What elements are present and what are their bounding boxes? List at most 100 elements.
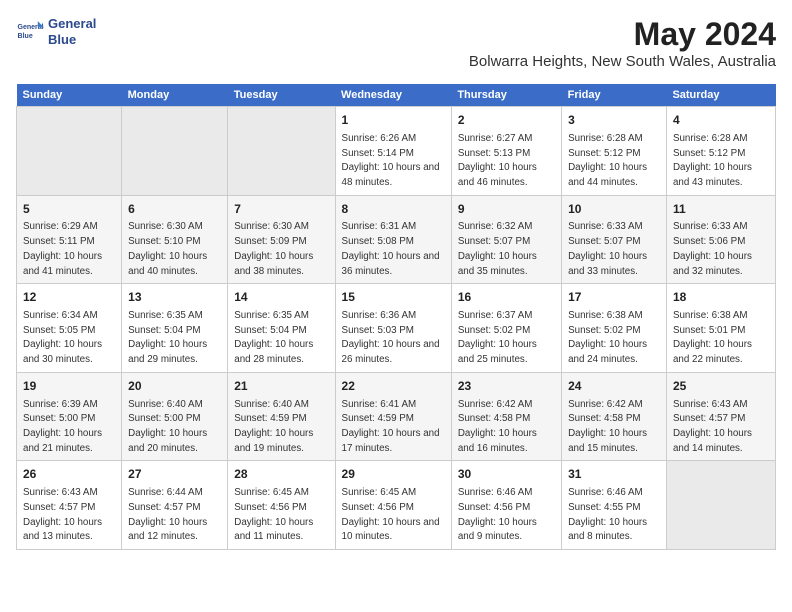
day-info: Sunrise: 6:26 AMSunset: 5:14 PMDaylight:…: [342, 133, 440, 188]
day-info: Sunrise: 6:39 AMSunset: 5:00 PMDaylight:…: [23, 399, 102, 454]
header-friday: Friday: [562, 84, 667, 107]
calendar-cell: 23 Sunrise: 6:42 AMSunset: 4:58 PMDayligh…: [451, 372, 561, 461]
header-monday: Monday: [122, 84, 228, 107]
day-info: Sunrise: 6:37 AMSunset: 5:02 PMDaylight:…: [458, 310, 537, 365]
calendar-title: May 2024: [469, 16, 776, 53]
day-number: 7: [234, 201, 328, 218]
calendar-cell: 7 Sunrise: 6:30 AMSunset: 5:09 PMDaylight…: [228, 195, 335, 284]
calendar-cell: [228, 107, 335, 196]
day-info: Sunrise: 6:35 AMSunset: 5:04 PMDaylight:…: [128, 310, 207, 365]
week-row-5: 26Sunrise: 6:43 AMSunset: 4:57 PMDayligh…: [17, 461, 776, 550]
calendar-cell: 18 Sunrise: 6:38 AMSunset: 5:01 PMDayligh…: [666, 284, 775, 373]
day-number: 9: [458, 201, 555, 218]
day-number: 19: [23, 378, 115, 395]
calendar-cell: 24 Sunrise: 6:42 AMSunset: 4:58 PMDayligh…: [562, 372, 667, 461]
calendar-cell: 20 Sunrise: 6:40 AMSunset: 5:00 PMDayligh…: [122, 372, 228, 461]
week-row-3: 12Sunrise: 6:34 AMSunset: 5:05 PMDayligh…: [17, 284, 776, 373]
header-tuesday: Tuesday: [228, 84, 335, 107]
day-info: Sunrise: 6:46 AMSunset: 4:56 PMDaylight:…: [458, 487, 537, 542]
calendar-cell: 14 Sunrise: 6:35 AMSunset: 5:04 PMDayligh…: [228, 284, 335, 373]
calendar-cell: [17, 107, 122, 196]
calendar-subtitle: Bolwarra Heights, New South Wales, Austr…: [469, 53, 776, 70]
logo: General Blue General Blue: [16, 16, 96, 47]
day-info: Sunrise: 6:28 AMSunset: 5:12 PMDaylight:…: [568, 133, 647, 188]
calendar-cell: 13Sunrise: 6:35 AMSunset: 5:04 PMDayligh…: [122, 284, 228, 373]
day-info: Sunrise: 6:35 AMSunset: 5:04 PMDaylight:…: [234, 310, 313, 365]
calendar-cell: 27Sunrise: 6:44 AMSunset: 4:57 PMDayligh…: [122, 461, 228, 550]
calendar-table: SundayMondayTuesdayWednesdayThursdayFrid…: [16, 84, 776, 550]
calendar-cell: 12Sunrise: 6:34 AMSunset: 5:05 PMDayligh…: [17, 284, 122, 373]
day-info: Sunrise: 6:33 AMSunset: 5:07 PMDaylight:…: [568, 221, 647, 276]
header-thursday: Thursday: [451, 84, 561, 107]
day-info: Sunrise: 6:38 AMSunset: 5:02 PMDaylight:…: [568, 310, 647, 365]
day-info: Sunrise: 6:41 AMSunset: 4:59 PMDaylight:…: [342, 399, 440, 454]
calendar-cell: 9 Sunrise: 6:32 AMSunset: 5:07 PMDaylight…: [451, 195, 561, 284]
day-info: Sunrise: 6:40 AMSunset: 5:00 PMDaylight:…: [128, 399, 207, 454]
day-info: Sunrise: 6:36 AMSunset: 5:03 PMDaylight:…: [342, 310, 440, 365]
svg-text:Blue: Blue: [18, 33, 33, 40]
day-number: 10: [568, 201, 660, 218]
day-number: 30: [458, 466, 555, 483]
calendar-cell: 6Sunrise: 6:30 AMSunset: 5:10 PMDaylight…: [122, 195, 228, 284]
calendar-cell: [122, 107, 228, 196]
day-info: Sunrise: 6:45 AMSunset: 4:56 PMDaylight:…: [234, 487, 313, 542]
day-info: Sunrise: 6:42 AMSunset: 4:58 PMDaylight:…: [458, 399, 537, 454]
calendar-cell: 11Sunrise: 6:33 AMSunset: 5:06 PMDayligh…: [666, 195, 775, 284]
day-info: Sunrise: 6:30 AMSunset: 5:09 PMDaylight:…: [234, 221, 313, 276]
day-info: Sunrise: 6:45 AMSunset: 4:56 PMDaylight:…: [342, 487, 440, 542]
calendar-cell: 8Sunrise: 6:31 AMSunset: 5:08 PMDaylight…: [335, 195, 451, 284]
day-info: Sunrise: 6:31 AMSunset: 5:08 PMDaylight:…: [342, 221, 440, 276]
day-number: 23: [458, 378, 555, 395]
day-info: Sunrise: 6:27 AMSunset: 5:13 PMDaylight:…: [458, 133, 537, 188]
day-info: Sunrise: 6:44 AMSunset: 4:57 PMDaylight:…: [128, 487, 207, 542]
calendar-cell: 30 Sunrise: 6:46 AMSunset: 4:56 PMDayligh…: [451, 461, 561, 550]
day-number: 14: [234, 289, 328, 306]
calendar-cell: 19 Sunrise: 6:39 AMSunset: 5:00 PMDayligh…: [17, 372, 122, 461]
calendar-cell: 2Sunrise: 6:27 AMSunset: 5:13 PMDaylight…: [451, 107, 561, 196]
day-number: 1: [342, 112, 445, 129]
day-number: 4: [673, 112, 769, 129]
day-info: Sunrise: 6:33 AMSunset: 5:06 PMDaylight:…: [673, 221, 752, 276]
calendar-cell: 17Sunrise: 6:38 AMSunset: 5:02 PMDayligh…: [562, 284, 667, 373]
day-number: 20: [128, 378, 221, 395]
top-bar: General Blue General Blue May 2024 Bolwa…: [16, 16, 776, 78]
calendar-cell: [666, 461, 775, 550]
calendar-cell: 15Sunrise: 6:36 AMSunset: 5:03 PMDayligh…: [335, 284, 451, 373]
day-number: 21: [234, 378, 328, 395]
day-info: Sunrise: 6:40 AMSunset: 4:59 PMDaylight:…: [234, 399, 313, 454]
day-info: Sunrise: 6:46 AMSunset: 4:55 PMDaylight:…: [568, 487, 647, 542]
header-sunday: Sunday: [17, 84, 122, 107]
calendar-cell: 4 Sunrise: 6:28 AMSunset: 5:12 PMDaylight…: [666, 107, 775, 196]
week-row-1: 1 Sunrise: 6:26 AMSunset: 5:14 PMDaylight…: [17, 107, 776, 196]
general-blue-icon: General Blue: [16, 18, 44, 46]
calendar-cell: 10 Sunrise: 6:33 AMSunset: 5:07 PMDayligh…: [562, 195, 667, 284]
day-number: 6: [128, 201, 221, 218]
title-section: May 2024 Bolwarra Heights, New South Wal…: [469, 16, 776, 76]
calendar-cell: 29Sunrise: 6:45 AMSunset: 4:56 PMDayligh…: [335, 461, 451, 550]
calendar-cell: 1 Sunrise: 6:26 AMSunset: 5:14 PMDaylight…: [335, 107, 451, 196]
calendar-cell: 31Sunrise: 6:46 AMSunset: 4:55 PMDayligh…: [562, 461, 667, 550]
day-info: Sunrise: 6:38 AMSunset: 5:01 PMDaylight:…: [673, 310, 752, 365]
day-number: 24: [568, 378, 660, 395]
day-number: 22: [342, 378, 445, 395]
week-row-4: 19 Sunrise: 6:39 AMSunset: 5:00 PMDayligh…: [17, 372, 776, 461]
day-number: 3: [568, 112, 660, 129]
calendar-cell: 3 Sunrise: 6:28 AMSunset: 5:12 PMDaylight…: [562, 107, 667, 196]
logo-line1: General: [48, 16, 96, 32]
day-info: Sunrise: 6:29 AMSunset: 5:11 PMDaylight:…: [23, 221, 102, 276]
calendar-body: 1 Sunrise: 6:26 AMSunset: 5:14 PMDaylight…: [17, 107, 776, 550]
calendar-header: SundayMondayTuesdayWednesdayThursdayFrid…: [17, 84, 776, 107]
day-number: 18: [673, 289, 769, 306]
calendar-cell: 16Sunrise: 6:37 AMSunset: 5:02 PMDayligh…: [451, 284, 561, 373]
calendar-cell: 25Sunrise: 6:43 AMSunset: 4:57 PMDayligh…: [666, 372, 775, 461]
day-number: 26: [23, 466, 115, 483]
day-info: Sunrise: 6:28 AMSunset: 5:12 PMDaylight:…: [673, 133, 752, 188]
week-row-2: 5Sunrise: 6:29 AMSunset: 5:11 PMDaylight…: [17, 195, 776, 284]
calendar-cell: 22 Sunrise: 6:41 AMSunset: 4:59 PMDayligh…: [335, 372, 451, 461]
day-info: Sunrise: 6:32 AMSunset: 5:07 PMDaylight:…: [458, 221, 537, 276]
day-number: 12: [23, 289, 115, 306]
calendar-cell: 5Sunrise: 6:29 AMSunset: 5:11 PMDaylight…: [17, 195, 122, 284]
day-number: 28: [234, 466, 328, 483]
day-info: Sunrise: 6:42 AMSunset: 4:58 PMDaylight:…: [568, 399, 647, 454]
calendar-cell: 28 Sunrise: 6:45 AMSunset: 4:56 PMDayligh…: [228, 461, 335, 550]
